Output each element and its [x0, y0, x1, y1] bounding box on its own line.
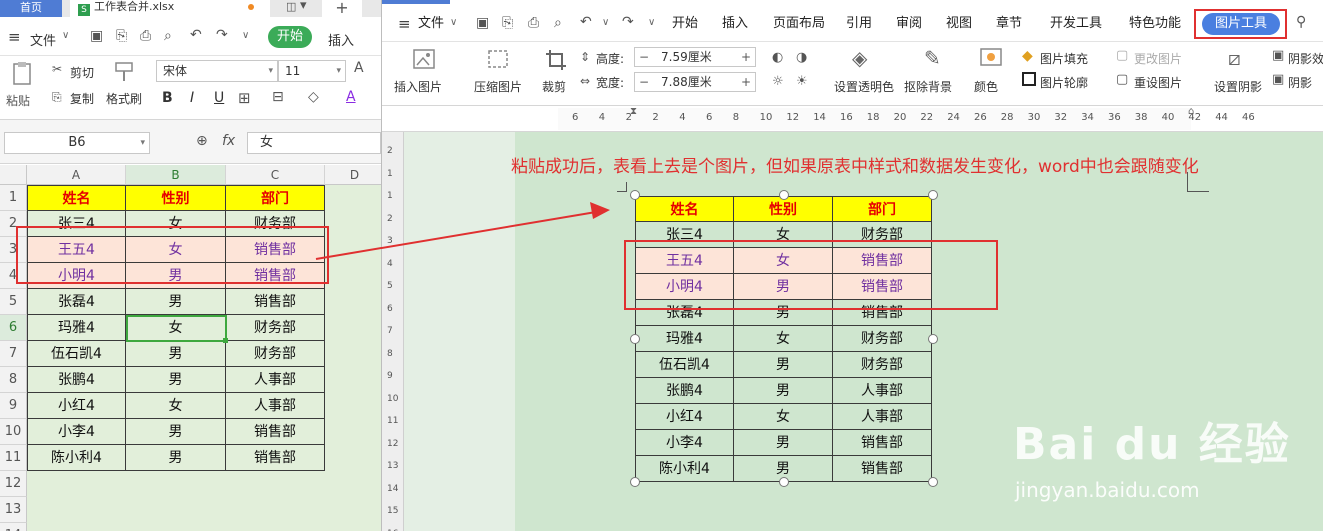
arrow-head-icon [590, 202, 610, 219]
arrow-overlay [315, 202, 610, 260]
arrow-line [315, 211, 597, 260]
